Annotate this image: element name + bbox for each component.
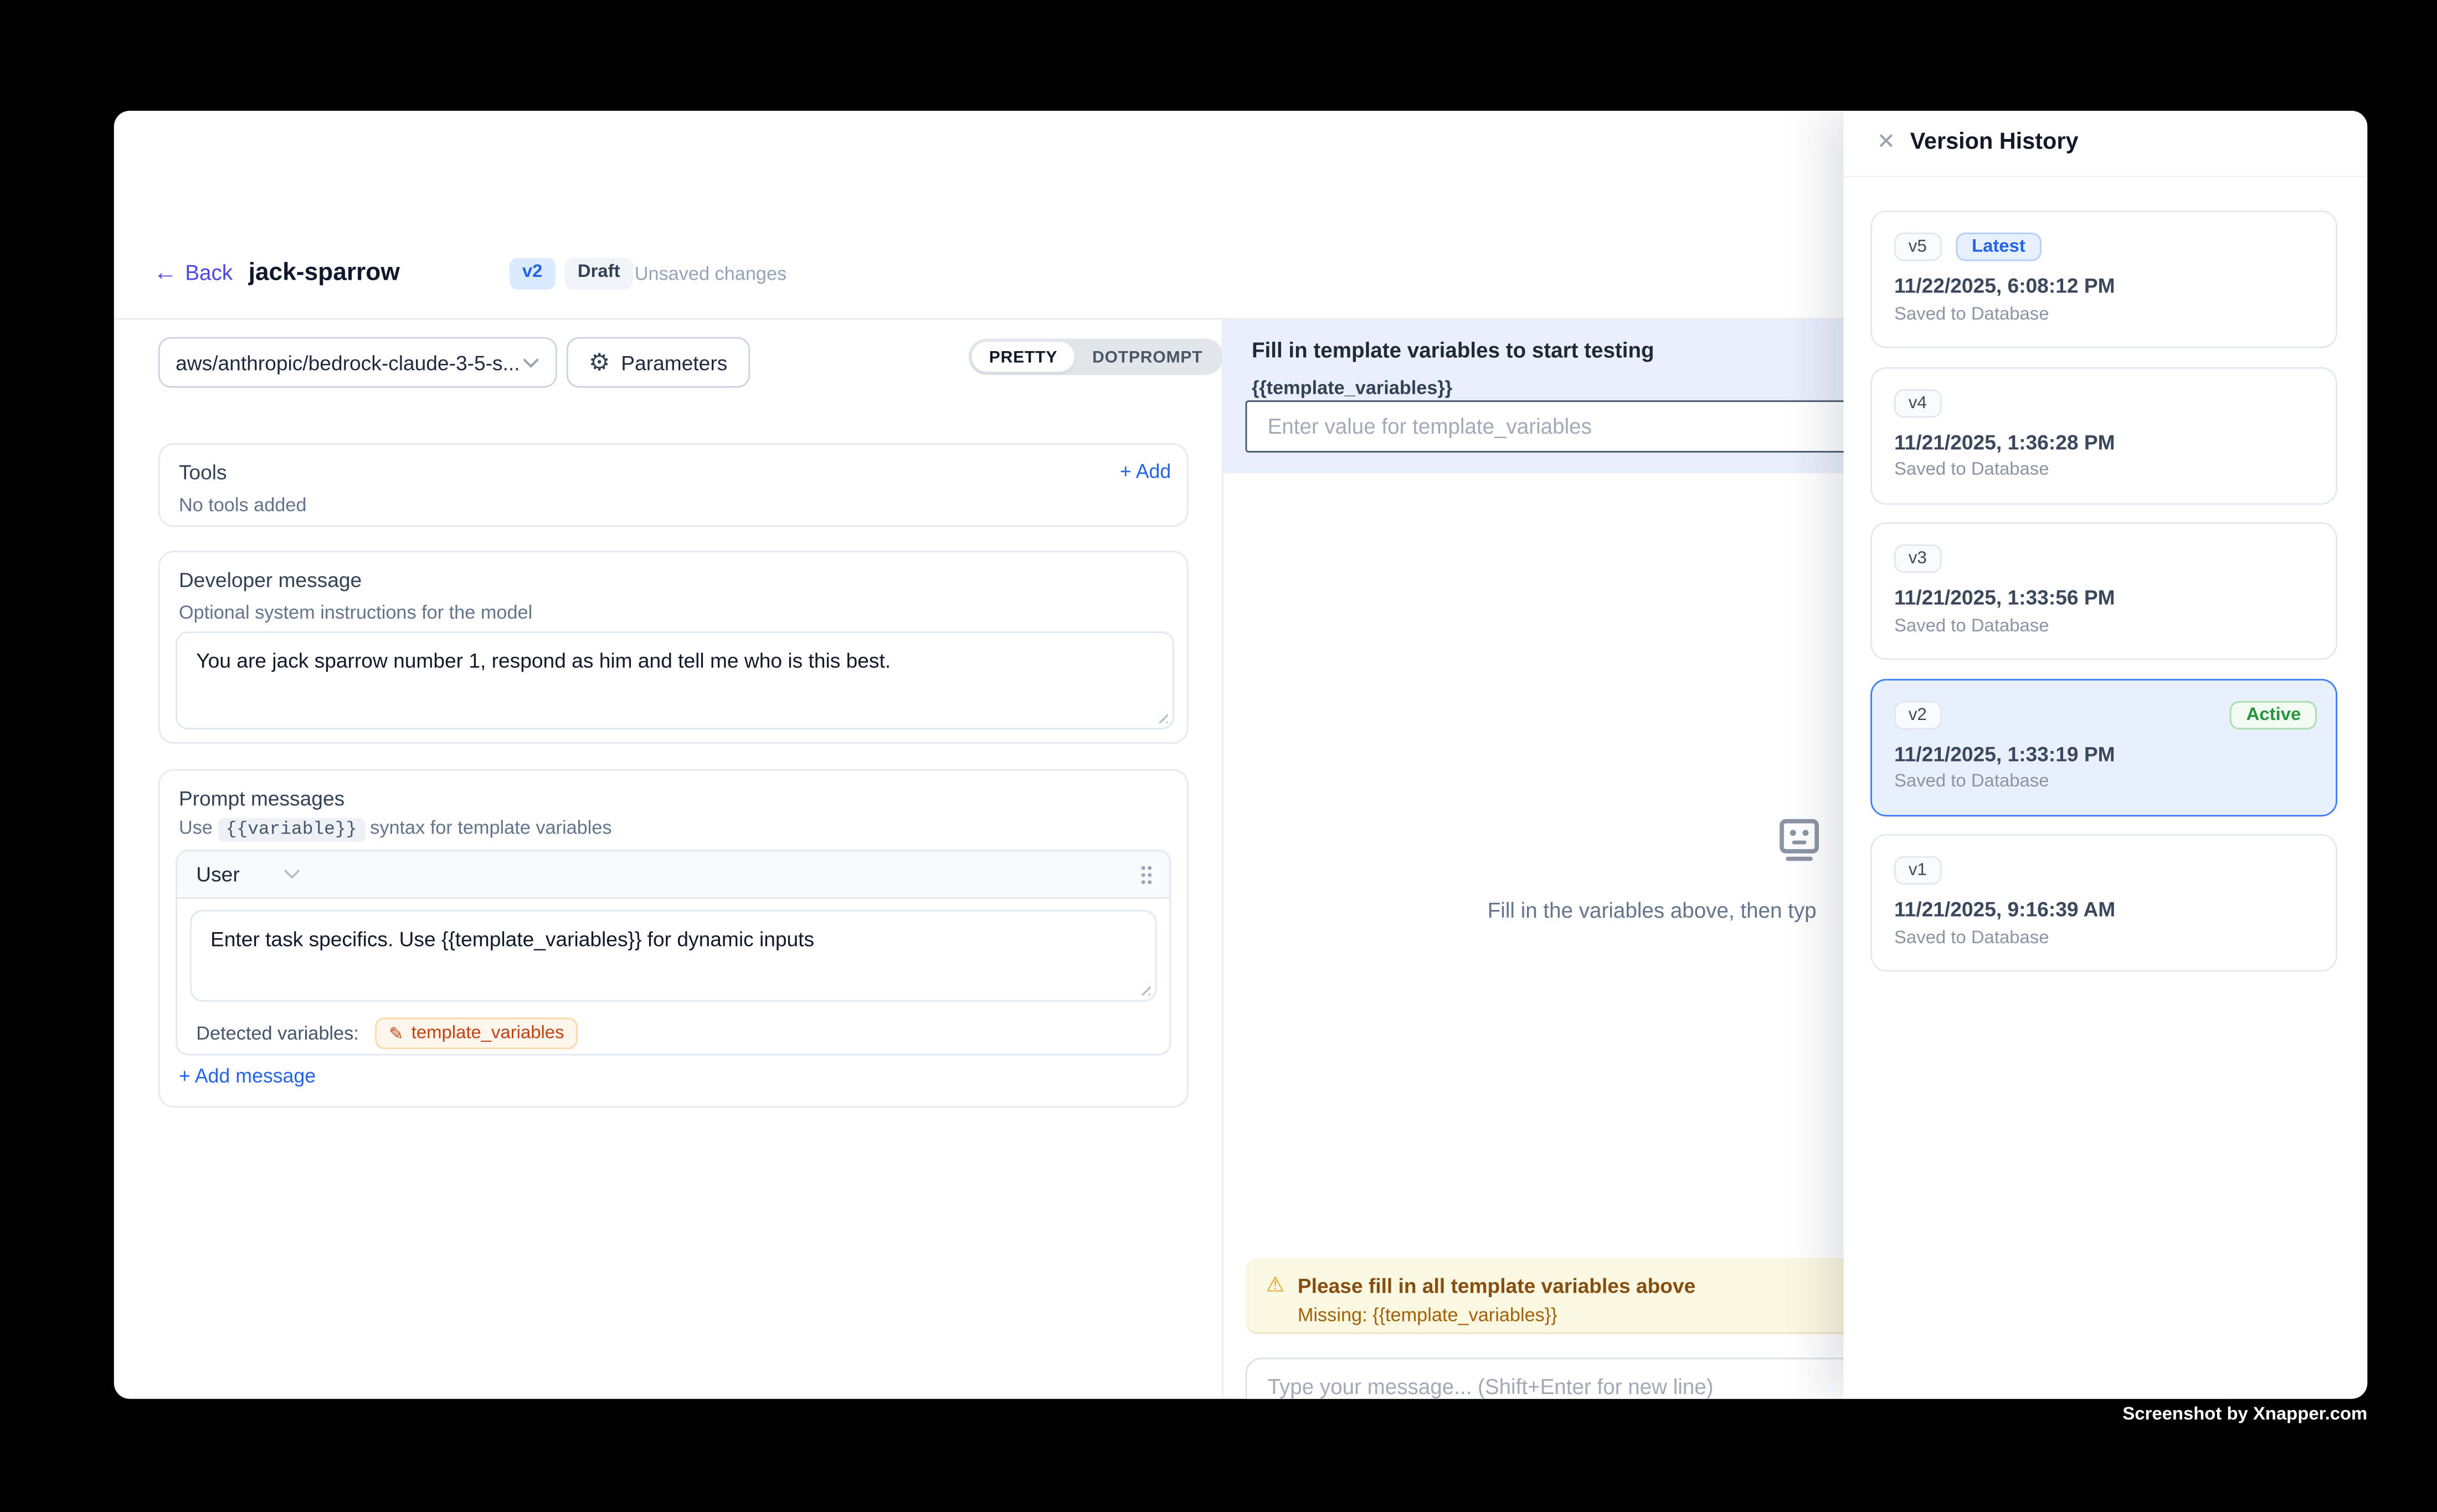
version-note: Saved to Database bbox=[1894, 616, 2049, 635]
fill-variables-title: Fill in template variables to start test… bbox=[1252, 338, 1654, 362]
version-timestamp: 11/22/2025, 6:08:12 PM bbox=[1894, 274, 2115, 297]
version-note: Saved to Database bbox=[1894, 460, 2049, 479]
version-timestamp: 11/21/2025, 9:16:39 AM bbox=[1894, 897, 2115, 921]
version-timestamp: 11/21/2025, 1:36:28 PM bbox=[1894, 430, 2115, 454]
version-number-badge: v3 bbox=[1894, 544, 1941, 573]
version-row-v4[interactable]: v4 11/21/2025, 1:36:28 PM Saved to Datab… bbox=[1870, 366, 2337, 504]
toggle-pretty[interactable]: PRETTY bbox=[971, 342, 1074, 372]
tools-card: Tools + Add No tools added bbox=[158, 443, 1189, 527]
chevron-down-icon bbox=[522, 357, 539, 368]
add-message-button[interactable]: + Add message bbox=[179, 1065, 316, 1087]
message-block: User Enter task specifics. Use {{templat… bbox=[176, 850, 1171, 1055]
template-variable-badge[interactable]: ✎ template_variables bbox=[374, 1017, 578, 1049]
unsaved-changes-text: Unsaved changes bbox=[635, 263, 787, 285]
version-history-panel: ✕ Version History v5 Latest 11/22/2025, … bbox=[1844, 111, 2368, 1399]
parameters-button[interactable]: ⚙ Parameters bbox=[567, 337, 749, 388]
prompt-messages-card: Prompt messages Use {{variable}} syntax … bbox=[158, 769, 1189, 1108]
app-window: ← Back jack-sparrow v2 Draft Unsaved cha… bbox=[114, 111, 2368, 1399]
model-select-value: aws/anthropic/bedrock-claude-3-5-s... bbox=[176, 351, 522, 374]
add-tool-button[interactable]: + Add bbox=[1120, 460, 1171, 482]
toggle-dotprompt[interactable]: DOTPROMPT bbox=[1075, 342, 1220, 372]
version-number-badge: v5 bbox=[1894, 233, 1941, 261]
developer-message-subtitle: Optional system instructions for the mod… bbox=[179, 601, 532, 624]
model-select[interactable]: aws/anthropic/bedrock-claude-3-5-s... bbox=[158, 337, 557, 388]
developer-message-title: Developer message bbox=[179, 568, 362, 592]
version-row-v3[interactable]: v3 11/21/2025, 1:33:56 PM Saved to Datab… bbox=[1870, 522, 2337, 660]
prompt-messages-title: Prompt messages bbox=[179, 786, 345, 810]
page-title: jack-sparrow bbox=[249, 260, 400, 288]
back-button[interactable]: ← Back bbox=[153, 261, 233, 285]
latest-badge: Latest bbox=[1956, 233, 2041, 261]
version-history-divider bbox=[1844, 176, 2368, 177]
draft-badge: Draft bbox=[565, 258, 633, 290]
version-note: Saved to Database bbox=[1894, 305, 2049, 323]
gear-icon: ⚙ bbox=[589, 351, 610, 374]
plus-icon: + bbox=[1120, 460, 1132, 482]
version-history-title: Version History bbox=[1910, 129, 2079, 155]
close-icon[interactable]: ✕ bbox=[1877, 128, 1896, 155]
version-note: Saved to Database bbox=[1894, 772, 2049, 791]
message-block-header: User bbox=[177, 851, 1169, 899]
chevron-down-icon bbox=[284, 869, 301, 880]
format-toggle: PRETTY DOTPROMPT bbox=[969, 338, 1223, 375]
watermark-text: Screenshot by Xnapper.com bbox=[2122, 1405, 2367, 1424]
prompt-messages-hint: Use {{variable}} syntax for template var… bbox=[179, 816, 612, 840]
detected-variables-label: Detected variables: bbox=[196, 1022, 359, 1045]
pencil-icon: ✎ bbox=[389, 1023, 403, 1043]
version-note: Saved to Database bbox=[1894, 928, 2049, 947]
detected-variables-row: Detected variables: ✎ template_variables bbox=[196, 1017, 578, 1049]
version-number-badge: v4 bbox=[1894, 388, 1941, 416]
back-label: Back bbox=[185, 261, 233, 285]
back-arrow-icon: ← bbox=[153, 261, 177, 285]
tools-title: Tools bbox=[179, 460, 227, 484]
developer-message-field-wrap: You are jack sparrow number 1, respond a… bbox=[176, 631, 1174, 729]
warning-missing-text: Missing: {{template_variables}} bbox=[1298, 1303, 1557, 1325]
version-row-v5[interactable]: v5 Latest 11/22/2025, 6:08:12 PM Saved t… bbox=[1870, 210, 2337, 348]
bot-icon bbox=[1772, 815, 1826, 876]
version-row-v2[interactable]: v2 Active 11/21/2025, 1:33:19 PM Saved t… bbox=[1870, 678, 2337, 816]
developer-message-input[interactable]: You are jack sparrow number 1, respond a… bbox=[177, 633, 1173, 728]
variable-syntax-chip: {{variable}} bbox=[218, 818, 364, 842]
empty-state-text: Fill in the variables above, then typ bbox=[1488, 899, 1817, 923]
version-row-v1[interactable]: v1 11/21/2025, 9:16:39 AM Saved to Datab… bbox=[1870, 834, 2337, 972]
role-select[interactable]: User bbox=[196, 862, 301, 886]
version-timestamp: 11/21/2025, 1:33:56 PM bbox=[1894, 585, 2115, 609]
parameters-label: Parameters bbox=[621, 351, 727, 374]
drag-handle-icon[interactable] bbox=[1139, 863, 1154, 886]
version-timestamp: 11/21/2025, 1:33:19 PM bbox=[1894, 742, 2115, 765]
user-message-field-wrap: Enter task specifics. Use {{template_var… bbox=[190, 910, 1157, 1002]
tools-empty-text: No tools added bbox=[179, 493, 307, 516]
plus-icon: + bbox=[179, 1065, 191, 1087]
role-select-value: User bbox=[196, 862, 239, 886]
warning-title: Please fill in all template variables ab… bbox=[1298, 1273, 1695, 1297]
warning-icon: ⚠ bbox=[1266, 1272, 1284, 1298]
version-number-badge: v2 bbox=[1894, 700, 1941, 728]
screenshot-stage: ← Back jack-sparrow v2 Draft Unsaved cha… bbox=[0, 0, 2437, 1512]
active-badge: Active bbox=[2230, 700, 2317, 728]
user-message-input[interactable]: Enter task specifics. Use {{template_var… bbox=[192, 912, 1155, 1000]
version-badge: v2 bbox=[510, 258, 555, 290]
developer-message-card: Developer message Optional system instru… bbox=[158, 551, 1189, 744]
version-number-badge: v1 bbox=[1894, 856, 1941, 884]
template-variable-label: {{template_variables}} bbox=[1252, 377, 1452, 399]
